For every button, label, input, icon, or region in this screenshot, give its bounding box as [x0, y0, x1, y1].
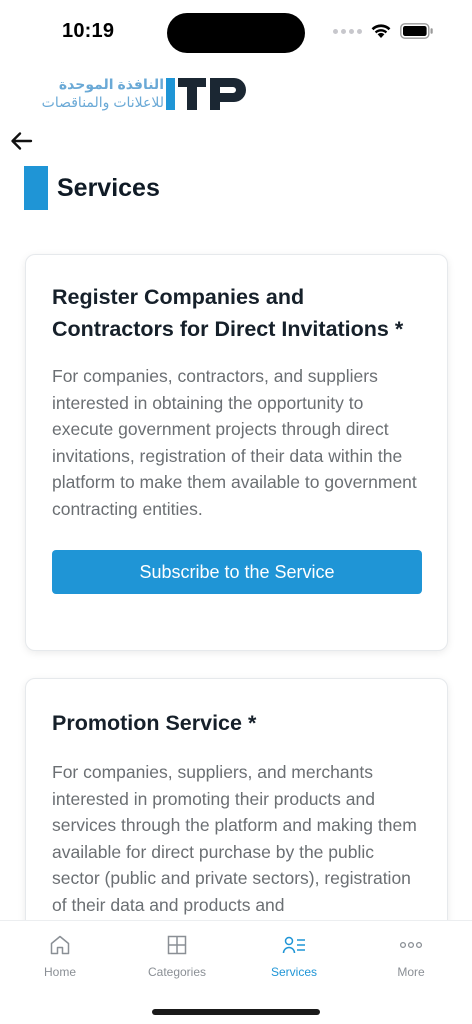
tab-categories[interactable]: Categories [122, 933, 232, 979]
logo-arabic-text: النافذة الموحدة للاعلانات والمناقصات [14, 76, 164, 114]
service-card-title: Register Companies and Contractors for D… [52, 285, 404, 341]
grid-icon [167, 935, 187, 955]
service-card-description: For companies, suppliers, and merchants … [52, 762, 417, 915]
tab-services[interactable]: Services [239, 933, 349, 979]
back-arrow-icon [11, 132, 33, 150]
dynamic-island [167, 13, 305, 53]
more-icon [399, 941, 423, 949]
page-header: Services [24, 166, 160, 210]
status-icons [333, 23, 434, 39]
tab-more-label: More [397, 965, 425, 979]
tab-more[interactable]: More [356, 933, 466, 979]
home-icon [50, 935, 70, 955]
services-icon [282, 936, 305, 954]
service-card: Promotion Service * For companies, suppl… [25, 678, 448, 920]
wifi-icon [371, 24, 391, 38]
home-indicator [152, 1009, 320, 1015]
logo-arabic-line2: للاعلانات والمناقصات [41, 94, 164, 110]
app-logo: النافذة الموحدة للاعلانات والمناقصات [14, 76, 254, 116]
tab-services-label: Services [270, 965, 317, 979]
tab-home-label: Home [43, 965, 76, 979]
status-bar: 10:19 [0, 0, 472, 62]
status-time: 10:19 [62, 20, 115, 42]
tab-categories-label: Categories [147, 965, 207, 979]
tab-home[interactable]: Home [5, 933, 115, 979]
service-card-description: For companies, contractors, and supplier… [52, 366, 417, 519]
itp-logo-icon [166, 78, 246, 110]
title-accent-bar [24, 166, 48, 210]
back-button[interactable] [9, 128, 35, 154]
service-card-title: Promotion Service * [52, 711, 257, 735]
cellular-signal-icon [333, 28, 362, 34]
subscribe-button[interactable]: Subscribe to the Service [52, 550, 422, 594]
service-card: Register Companies and Contractors for D… [25, 254, 448, 651]
battery-icon [400, 23, 433, 39]
page-title: Services [57, 173, 160, 202]
logo-arabic-line1: النافذة الموحدة [58, 76, 164, 92]
services-list[interactable]: Register Companies and Contractors for D… [0, 230, 472, 920]
